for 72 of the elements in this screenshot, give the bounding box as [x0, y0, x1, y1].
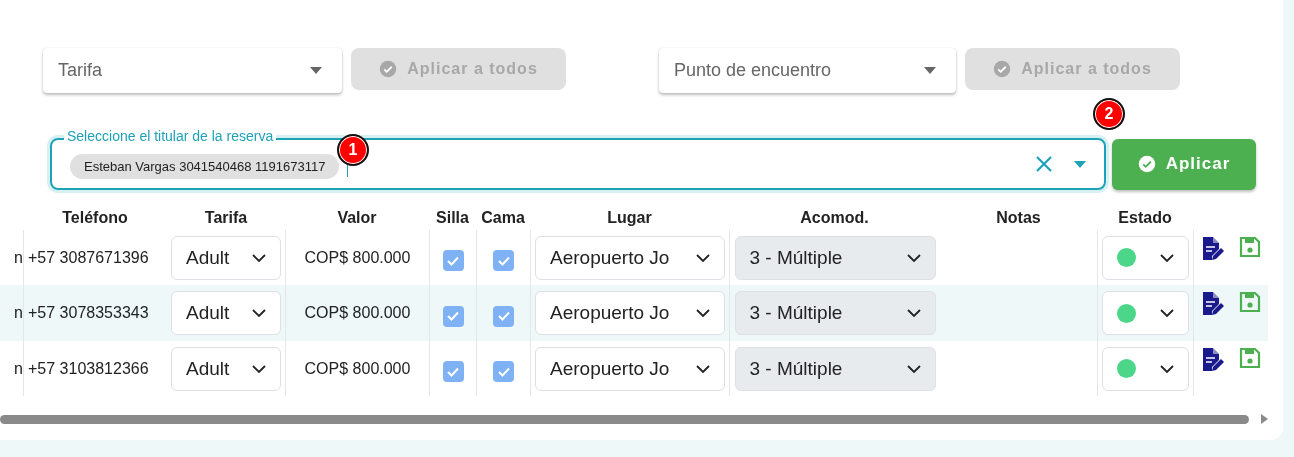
checkmark-icon [497, 255, 510, 266]
fare-select[interactable]: Adult [171, 346, 281, 391]
chevron-down-icon [252, 309, 266, 317]
place-select[interactable]: Aeropuerto Jo [535, 235, 725, 280]
check-circle-icon [1137, 155, 1156, 173]
column-header: Acomod. [799, 208, 870, 228]
column-header: Teléfono [61, 208, 129, 228]
checkmark-icon [497, 311, 510, 321]
edit-document-icon[interactable] [1201, 236, 1225, 262]
table-cell: +57 3103812366 [28, 359, 149, 378]
table-cell: COP$ 800.000 [304, 359, 411, 378]
edit-document-icon[interactable] [1201, 347, 1225, 373]
table-cell: n [14, 304, 23, 322]
column-header: Estado [1117, 208, 1173, 228]
chevron-down-icon [252, 364, 266, 373]
column-header: Valor [336, 208, 378, 228]
caret-icon[interactable] [1074, 160, 1086, 168]
checkbox[interactable] [493, 305, 514, 327]
table-cell: +57 3087671396 [28, 248, 149, 267]
status-select[interactable] [1102, 235, 1189, 280]
checkbox[interactable] [442, 361, 464, 382]
place-select[interactable]: Aeropuerto Jo [535, 291, 725, 335]
scrollbar[interactable] [0, 414, 1249, 424]
chevron-down-icon [906, 309, 921, 317]
accommodation-select[interactable]: 3 - Múltiple [734, 235, 936, 280]
chevron-down-icon [252, 253, 266, 262]
table-cell: COP$ 800.000 [304, 304, 411, 322]
check-circle-icon [993, 60, 1012, 78]
accommodation-select[interactable]: 3 - Múltiple [734, 346, 936, 391]
column-header: Tarifa [203, 208, 249, 228]
checkbox[interactable] [493, 361, 514, 382]
table-cell: +57 3078353343 [28, 304, 149, 322]
step-badge: 1 [337, 134, 369, 166]
caret-icon [924, 67, 936, 74]
selected-chip[interactable]: Esteban Vargas 3041540468 1191673117 [70, 153, 340, 179]
checkbox[interactable] [493, 250, 514, 271]
table-cell: n [14, 359, 23, 378]
checkmark-icon [447, 366, 459, 377]
save-icon[interactable] [1239, 236, 1261, 258]
column-header: Lugar [606, 208, 653, 228]
chevron-down-icon [696, 253, 710, 262]
table-cell: COP$ 800.000 [304, 248, 411, 267]
checkmark-icon [497, 366, 510, 377]
chevron-down-icon [1160, 253, 1174, 262]
close-icon[interactable] [1036, 156, 1052, 172]
caret-icon [310, 67, 322, 74]
status-select[interactable] [1102, 291, 1189, 335]
step-badge: 2 [1093, 98, 1125, 130]
column-header: Cama [480, 208, 526, 228]
status-select[interactable] [1102, 346, 1189, 391]
save-icon[interactable] [1239, 347, 1261, 369]
scroll-right-icon[interactable] [1261, 414, 1268, 424]
checkbox[interactable] [442, 250, 464, 271]
table-cell: n [14, 248, 23, 267]
chevron-down-icon [696, 364, 710, 373]
edit-document-icon[interactable] [1201, 291, 1225, 317]
check-circle-icon [379, 60, 398, 78]
checkmark-icon [447, 311, 459, 321]
chevron-down-icon [696, 309, 710, 317]
checkmark-icon [447, 255, 459, 266]
fare-select[interactable]: Adult [171, 291, 281, 335]
place-select[interactable]: Aeropuerto Jo [535, 346, 725, 391]
column-header: Silla [435, 208, 470, 228]
fare-select[interactable]: Adult [171, 235, 281, 280]
save-icon[interactable] [1239, 291, 1261, 313]
chevron-down-icon [906, 253, 921, 262]
chevron-down-icon [1160, 309, 1174, 317]
chevron-down-icon [906, 364, 921, 373]
chevron-down-icon [1160, 364, 1174, 373]
column-header: Notas [995, 208, 1042, 228]
accommodation-select[interactable]: 3 - Múltiple [734, 291, 936, 335]
checkbox[interactable] [442, 305, 464, 327]
